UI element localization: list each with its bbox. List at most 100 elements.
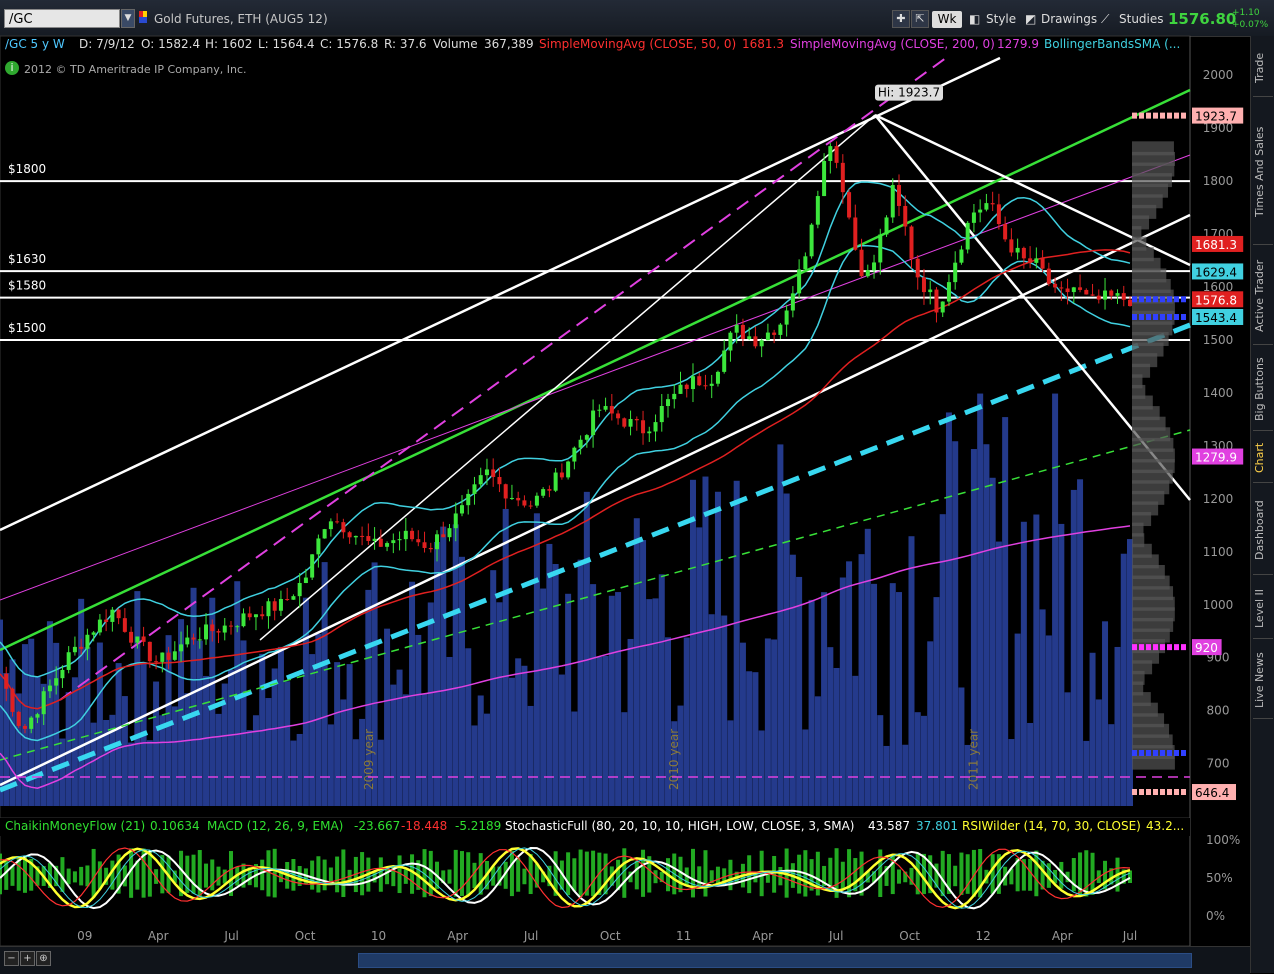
tab-live-news[interactable]: Live News	[1253, 642, 1273, 719]
volume-bar	[446, 656, 453, 806]
candle-body	[1046, 268, 1051, 284]
candle-body	[865, 270, 870, 277]
bollinger-label[interactable]: BollingerBandsSMA (...	[1044, 37, 1180, 51]
tab-level-ii[interactable]: Level II	[1253, 578, 1273, 639]
price-bubble-label: 1576.8	[1195, 293, 1237, 307]
volume-bar	[1114, 646, 1121, 806]
candle-body	[378, 538, 383, 547]
macd-value-1: -23.667	[354, 819, 401, 833]
candle-body	[940, 301, 945, 313]
volume-bar	[121, 696, 128, 806]
volume-bar	[789, 554, 796, 806]
candle-body	[953, 262, 958, 283]
cmf-label[interactable]: ChaikinMoneyFlow (21)	[5, 819, 145, 833]
tab-trade[interactable]: Trade	[1253, 40, 1273, 97]
volume-bar	[939, 514, 946, 806]
volume-bar	[427, 602, 434, 806]
volume-bar	[702, 476, 709, 806]
zoom-in-icon[interactable]: +	[20, 951, 35, 966]
cmf-bar	[566, 852, 571, 896]
volume-bar	[565, 593, 572, 806]
tab-big-buttons[interactable]: Big Buttons	[1253, 348, 1273, 431]
candle-body	[647, 431, 652, 434]
volume-profile-bar	[1132, 141, 1174, 156]
cmf-bar	[516, 857, 521, 892]
volume-bar	[814, 696, 821, 806]
candle-body	[659, 406, 664, 423]
volume-bar	[802, 729, 809, 806]
volume-bar	[714, 491, 721, 806]
cmf-bar	[990, 854, 995, 894]
candle-body	[116, 609, 121, 619]
candle-body	[216, 631, 221, 633]
candle-body	[79, 646, 84, 649]
volume-bar	[945, 412, 952, 806]
volume-bar	[134, 591, 141, 806]
candle-body	[609, 406, 614, 414]
volume-bar	[696, 527, 703, 806]
volume-bar	[508, 677, 515, 806]
volume-bar	[515, 658, 522, 806]
candle-body	[1065, 288, 1070, 293]
candle-body	[16, 711, 21, 726]
macd-label[interactable]: MACD (12, 26, 9, EMA)	[207, 819, 343, 833]
candle-body	[260, 614, 265, 617]
candle-body	[322, 529, 327, 539]
chart-scrollbar[interactable]: − + ⊕	[0, 946, 1250, 974]
cmf-bar	[428, 850, 433, 897]
candle-body	[616, 413, 621, 419]
candle-body	[534, 495, 539, 506]
volume-bar	[602, 655, 609, 806]
volume-bar	[552, 563, 559, 806]
candle-body	[971, 212, 976, 223]
y-tick-label: 1000	[1203, 598, 1234, 612]
candle-body	[147, 641, 152, 662]
volume-bar	[521, 665, 528, 806]
low-readout: L: 1564.4	[258, 37, 315, 51]
candle-body	[740, 324, 745, 339]
rsi-label[interactable]: RSIWilder (14, 70, 30, CLOSE)	[962, 819, 1141, 833]
volume-bar	[839, 577, 846, 806]
oscillator-tick-label: 50%	[1206, 871, 1233, 885]
volume-bar	[15, 693, 22, 806]
candle-body	[353, 535, 358, 538]
sma50-label[interactable]: SimpleMovingAvg (CLOSE, 50, 0)	[539, 37, 736, 51]
cmf-bar	[260, 859, 265, 891]
range-readout: R: 37.6	[384, 37, 427, 51]
tab-active-trader[interactable]: Active Trader	[1253, 248, 1273, 345]
tab-chart[interactable]: Chart	[1253, 434, 1273, 483]
stoch-label[interactable]: StochasticFull (80, 20, 10, 10, HIGH, LO…	[505, 819, 854, 833]
candle-body	[41, 691, 46, 715]
cmf-bar	[316, 856, 321, 893]
volume-bar	[115, 663, 122, 806]
zoom-out-icon[interactable]: −	[4, 951, 19, 966]
cmf-bar	[940, 850, 945, 897]
candle-body	[335, 521, 340, 523]
candle-body	[104, 619, 109, 622]
scrollbar-thumb[interactable]	[358, 953, 1192, 968]
candle-body	[466, 493, 471, 506]
volume-bar	[390, 684, 397, 806]
volume-bar	[995, 541, 1002, 806]
price-chart[interactable]: 7008009001000110012001300140015001600170…	[0, 0, 1250, 946]
high-annotation: Hi: 1923.7	[878, 86, 940, 100]
candle-body	[1021, 247, 1026, 259]
candle-body	[528, 505, 533, 507]
tab-times-and-sales[interactable]: Times And Sales	[1253, 100, 1273, 245]
volume-bar	[889, 583, 896, 806]
sma200-label[interactable]: SimpleMovingAvg (CLOSE, 200, 0)	[790, 37, 995, 51]
tab-dashboard[interactable]: Dashboard	[1253, 486, 1273, 575]
volume-bar	[615, 592, 622, 806]
volume-bar	[883, 745, 890, 806]
volume-bar	[1102, 621, 1109, 806]
cmf-bar	[272, 848, 277, 898]
sma200-value: 1279.9	[997, 37, 1039, 51]
cmf-bar	[678, 856, 683, 893]
cmf-bar	[616, 859, 621, 891]
candle-body	[497, 476, 502, 485]
volume-bar	[621, 712, 628, 806]
info-icon[interactable]: i	[5, 61, 19, 75]
volume-bar	[227, 669, 234, 806]
volume-bar	[302, 597, 309, 806]
zoom-fit-icon[interactable]: ⊕	[36, 951, 51, 966]
